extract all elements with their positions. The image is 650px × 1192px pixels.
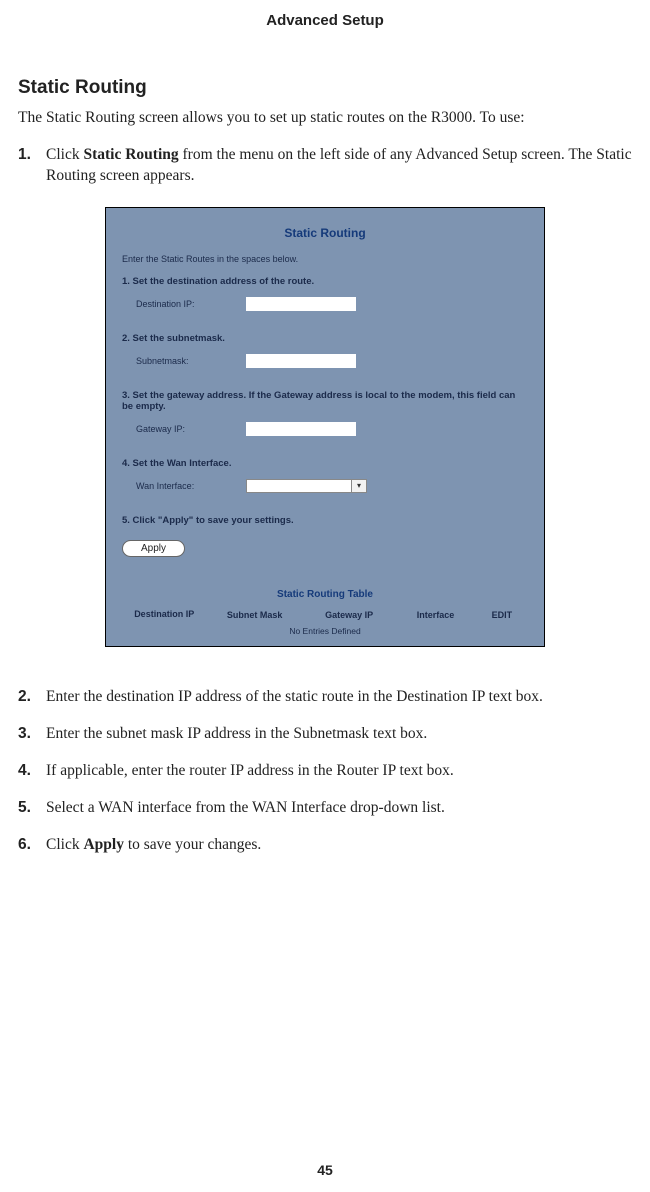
apply-button[interactable]: Apply bbox=[122, 540, 185, 557]
step-number: 4. bbox=[18, 761, 42, 782]
step-body: Enter the subnet mask IP address in the … bbox=[46, 724, 632, 745]
step-2: 2. Enter the destination IP address of t… bbox=[18, 687, 632, 708]
section-intro: The Static Routing screen allows you to … bbox=[18, 109, 632, 127]
wan-interface-select[interactable]: ▾ bbox=[246, 479, 367, 493]
step-text-post: to save your changes. bbox=[124, 836, 261, 853]
step-4: 4. If applicable, enter the router IP ad… bbox=[18, 761, 632, 782]
panel-step-2-head: 2. Set the subnetmask. bbox=[122, 333, 528, 344]
col-gateway-ip: Gateway IP bbox=[305, 610, 393, 620]
panel-step-5-head: 5. Click "Apply" to save your settings. bbox=[122, 515, 528, 526]
col-edit: EDIT bbox=[478, 610, 526, 620]
step-number: 1. bbox=[18, 145, 42, 166]
col-subnet-mask: Subnet Mask bbox=[210, 610, 298, 620]
panel-title: Static Routing bbox=[122, 226, 528, 240]
page-header: Advanced Setup bbox=[18, 12, 632, 29]
step-body: Enter the destination IP address of the … bbox=[46, 687, 632, 708]
step-6: 6. Click Apply to save your changes. bbox=[18, 835, 632, 856]
step-3: 3. Enter the subnet mask IP address in t… bbox=[18, 724, 632, 745]
step-body: Select a WAN interface from the WAN Inte… bbox=[46, 798, 632, 819]
page-number: 45 bbox=[0, 1162, 650, 1178]
panel-step-3-head: 3. Set the gateway address. If the Gatew… bbox=[122, 390, 528, 412]
wan-interface-value bbox=[247, 480, 351, 492]
subnetmask-input[interactable] bbox=[246, 354, 356, 368]
panel-step-1-head: 1. Set the destination address of the ro… bbox=[122, 276, 528, 287]
gateway-ip-input[interactable] bbox=[246, 422, 356, 436]
step-text-bold: Static Routing bbox=[83, 146, 178, 163]
step-body: Click Static Routing from the menu on th… bbox=[46, 145, 632, 187]
col-destination-ip: Destination IP bbox=[124, 610, 204, 620]
section-title: Static Routing bbox=[18, 77, 632, 99]
routing-table-empty: No Entries Defined bbox=[122, 626, 528, 636]
static-routing-panel: Static Routing Enter the Static Routes i… bbox=[105, 207, 545, 647]
step-1: 1. Click Static Routing from the menu on… bbox=[18, 145, 632, 187]
subnetmask-label: Subnetmask: bbox=[136, 356, 246, 366]
panel-note: Enter the Static Routes in the spaces be… bbox=[122, 254, 528, 264]
step-number: 6. bbox=[18, 835, 42, 856]
destination-ip-label: Destination IP: bbox=[136, 299, 246, 309]
wan-interface-label: Wan Interface: bbox=[136, 481, 246, 491]
step-text-pre: Click bbox=[46, 146, 83, 163]
step-number: 5. bbox=[18, 798, 42, 819]
step-number: 3. bbox=[18, 724, 42, 745]
step-body: Click Apply to save your changes. bbox=[46, 835, 632, 856]
destination-ip-input[interactable] bbox=[246, 297, 356, 311]
step-body: If applicable, enter the router IP addre… bbox=[46, 761, 632, 782]
chevron-down-icon: ▾ bbox=[351, 480, 366, 492]
step-5: 5. Select a WAN interface from the WAN I… bbox=[18, 798, 632, 819]
routing-table-header: Destination IP Subnet Mask Gateway IP In… bbox=[122, 610, 528, 620]
step-number: 2. bbox=[18, 687, 42, 708]
step-text-pre: Click bbox=[46, 836, 83, 853]
col-interface: Interface bbox=[399, 610, 471, 620]
gateway-ip-label: Gateway IP: bbox=[136, 424, 246, 434]
routing-table-title: Static Routing Table bbox=[122, 589, 528, 600]
panel-step-4-head: 4. Set the Wan Interface. bbox=[122, 458, 528, 469]
step-text-bold: Apply bbox=[83, 836, 124, 853]
